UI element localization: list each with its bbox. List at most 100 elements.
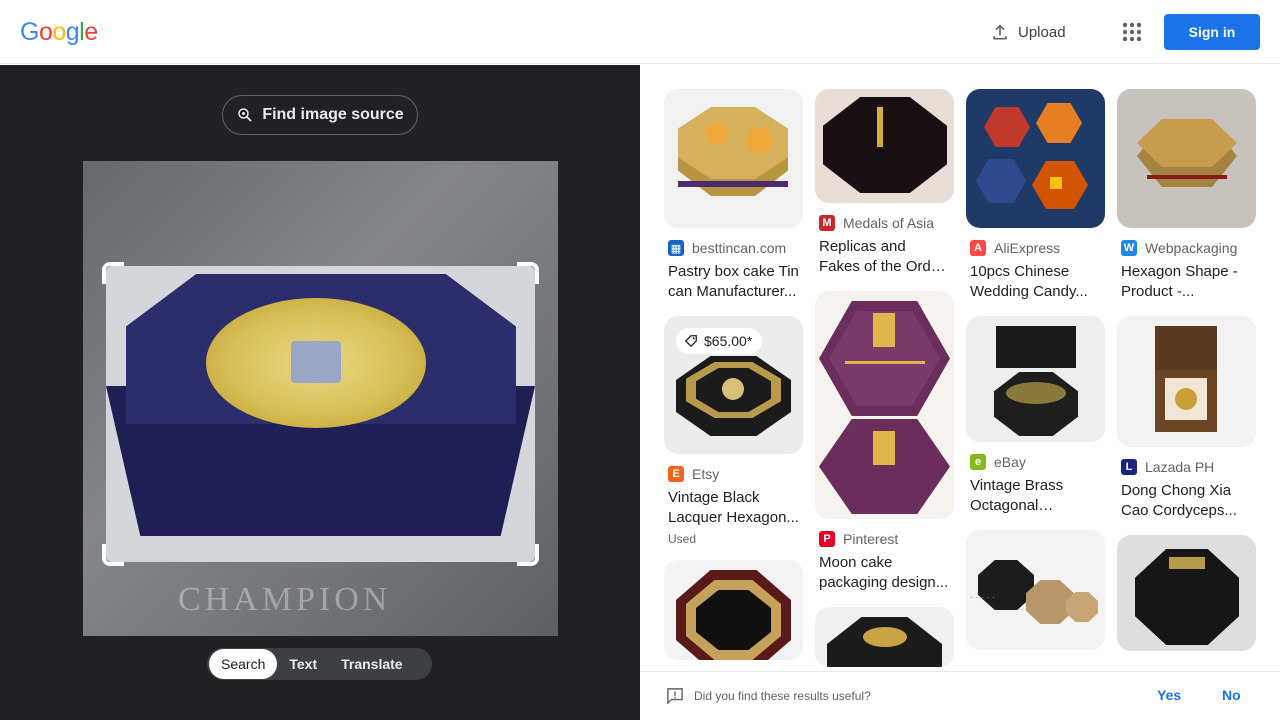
result-source[interactable]: P Pinterest [815,531,954,547]
google-logo[interactable]: Google [20,18,98,47]
price-text: $65.00* [704,333,753,349]
sign-in-button[interactable]: Sign in [1164,14,1260,50]
feedback-yes-button[interactable]: Yes [1157,687,1181,703]
thumbnail-art [664,89,803,228]
feedback-no-button[interactable]: No [1222,687,1241,703]
price-tag-icon [684,335,697,348]
crop-handle-top-right[interactable] [517,262,539,284]
feedback-question: Did you find these results useful? [694,689,871,703]
result-thumbnail[interactable] [1117,89,1256,228]
thumbnail-art: · · · · · [966,530,1105,650]
feedback-bar: Did you find these results useful? Yes N… [640,671,1280,720]
result-card[interactable]: M Medals of Asia Replicas and Fakes of the… [815,89,954,277]
result-thumbnail[interactable] [966,89,1105,228]
result-card[interactable] [664,560,803,660]
site-favicon-icon: E [668,466,684,482]
thumbnail-art [966,89,1105,228]
result-thumbnail[interactable] [815,607,954,667]
search-mode-tabs: Search Text Translate [207,648,432,680]
source-name: AliExpress [994,240,1061,256]
source-name: besttincan.com [692,240,787,256]
result-title[interactable]: Vintage Brass Octagonal Sundia... [966,470,1105,516]
results-column: M Medals of Asia Replicas and Fakes of the… [815,89,954,671]
results-column: ▦ besttincan.com Pastry box cake Tin can M… [664,89,803,671]
result-thumbnail[interactable] [966,316,1105,442]
site-favicon-icon: P [819,531,835,547]
tab-translate[interactable]: Translate [329,649,414,679]
box-emblem-art [291,341,341,383]
result-source[interactable]: E Etsy [664,466,803,482]
tab-search[interactable]: Search [209,649,278,679]
crop-handle-bottom-right[interactable] [517,544,539,566]
logo-letter: e [84,18,98,46]
site-favicon-icon: L [1121,459,1137,475]
result-title[interactable]: Dong Chong Xia Cao Cordyceps... [1117,475,1256,521]
result-title[interactable]: Vintage Black Lacquer Hexagon... [664,482,803,528]
feedback-icon [667,688,683,704]
results-column: W Webpackaging Hexagon Shape - Product -..… [1117,89,1256,665]
image-search-icon [238,108,252,122]
result-thumbnail[interactable]: · · · · · [966,530,1105,650]
thumbnail-art [815,89,954,203]
result-card[interactable]: P Pinterest Moon cake packaging design... [815,291,954,593]
result-title[interactable]: Hexagon Shape - Product -... [1117,256,1256,302]
result-thumbnail[interactable] [815,291,954,519]
query-image: CHAMPION [83,161,558,636]
result-thumbnail[interactable] [1117,316,1256,447]
result-card[interactable]: eeBayVintage Brass Octagonal Sundia... [966,316,1105,516]
result-title[interactable]: Pastry box cake Tin can Manufacturer... [664,256,803,302]
result-source[interactable]: A AliExpress [966,240,1105,256]
result-card[interactable] [1117,535,1256,651]
source-name: Lazada PH [1145,459,1215,475]
thumbnail-art [815,291,954,519]
result-card[interactable]: W Webpackaging Hexagon Shape - Product -..… [1117,89,1256,302]
result-card[interactable]: $65.00* E Etsy Vintage Black Lacquer Hexago… [664,316,803,546]
site-favicon-icon: M [819,215,835,231]
result-title[interactable]: 10pcs Chinese Wedding Candy... [966,256,1105,302]
query-image-pane: Find image source CHAMPION Search Text Tra… [0,65,640,720]
source-name: eBay [994,454,1026,470]
site-favicon-icon: W [1121,240,1137,256]
thumbnail-art [1117,535,1256,651]
result-thumbnail[interactable]: $65.00* [664,316,803,454]
result-source[interactable]: M Medals of Asia [815,215,954,231]
logo-letter: o [38,18,53,46]
result-thumbnail[interactable] [815,89,954,203]
site-favicon-icon: e [970,454,986,470]
logo-letter: g [65,18,80,46]
result-card[interactable]: · · · · · [966,530,1105,650]
price-badge: $65.00* [676,328,763,354]
result-card[interactable] [815,607,954,667]
result-title[interactable]: Replicas and Fakes of the Order of th... [815,231,954,277]
source-name: Pinterest [843,531,899,547]
logo-letter: o [52,18,66,46]
result-source[interactable]: W Webpackaging [1117,240,1256,256]
thumbnail-art [1117,316,1256,447]
result-thumbnail[interactable] [664,89,803,228]
result-source[interactable]: e eBay [966,454,1105,470]
apps-grid-icon[interactable] [1120,20,1144,44]
tab-text[interactable]: Text [277,649,329,679]
crop-handle-bottom-left[interactable] [102,544,124,566]
upload-icon [993,24,1007,40]
site-favicon-icon: A [970,240,986,256]
crop-selection[interactable] [106,266,535,562]
thumbnail-art [815,607,954,667]
result-card[interactable]: ▦ besttincan.com Pastry box cake Tin can M… [664,89,803,302]
result-source[interactable]: L Lazada PH [1117,459,1256,475]
result-source[interactable]: ▦ besttincan.com [664,240,803,256]
upload-button[interactable]: Upload [990,18,1066,46]
source-name: Medals of Asia [843,215,935,231]
result-title[interactable]: Moon cake packaging design... [815,547,954,593]
thumbnail-art [966,316,1105,442]
thumbnail-art [664,560,803,660]
find-image-source-button[interactable]: Find image source [222,95,418,135]
result-thumbnail[interactable] [1117,535,1256,651]
result-thumbnail[interactable] [664,560,803,660]
source-name: Webpackaging [1145,240,1238,256]
result-card[interactable]: A AliExpress 10pcs Chinese Wedding Candy..… [966,89,1105,302]
result-condition: Used [668,532,697,546]
result-card[interactable]: L Lazada PH Dong Chong Xia Cao Cordyceps..… [1117,316,1256,521]
site-favicon-icon: ▦ [668,240,684,256]
crop-handle-top-left[interactable] [102,262,124,284]
